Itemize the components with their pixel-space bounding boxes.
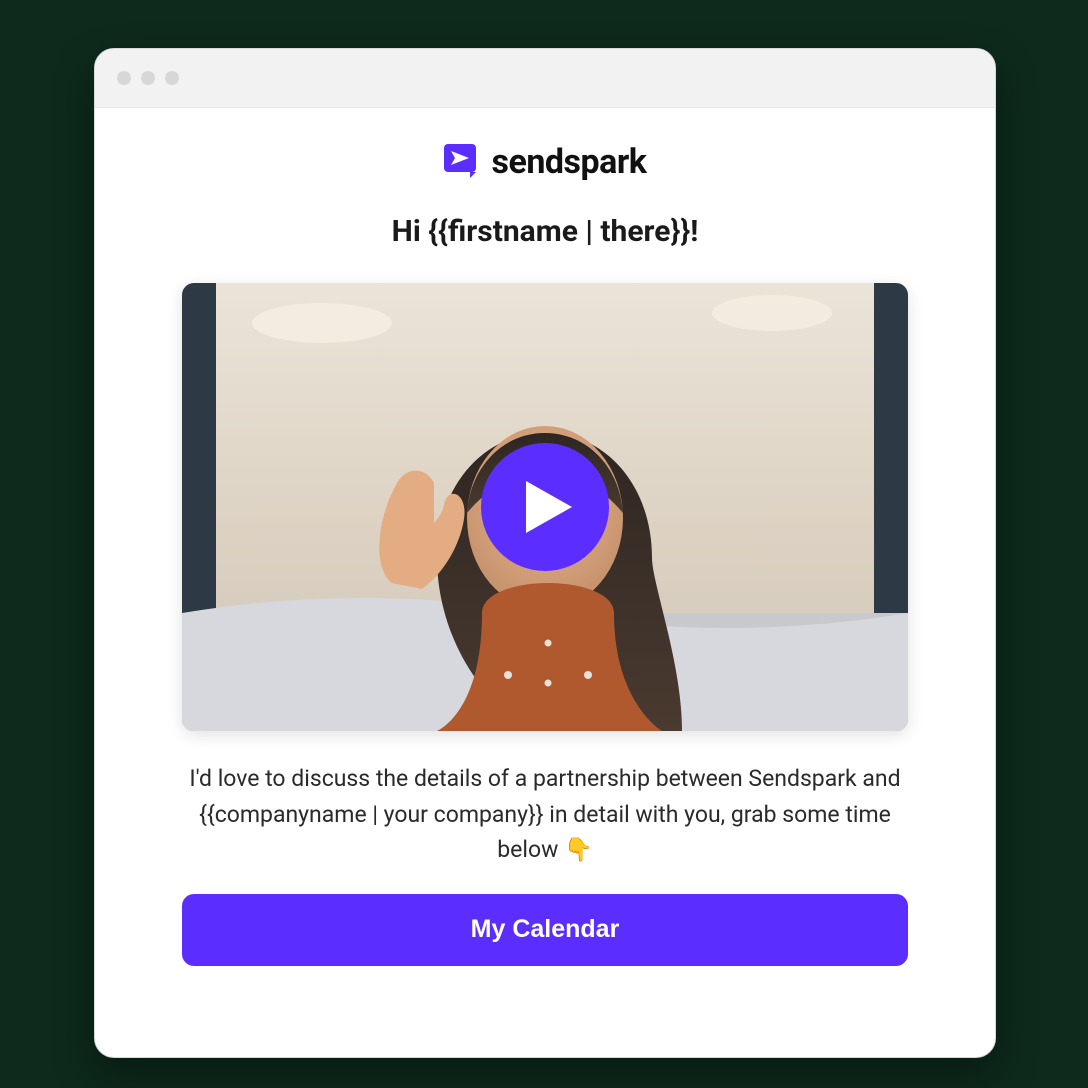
- sendspark-logo-icon: [444, 142, 480, 182]
- window-titlebar: [95, 49, 995, 108]
- brand-logo: sendspark: [444, 142, 647, 182]
- traffic-light-dot: [117, 71, 131, 85]
- brand-name: sendspark: [492, 142, 647, 182]
- play-button[interactable]: [481, 443, 609, 571]
- play-icon: [526, 481, 572, 533]
- video-thumbnail[interactable]: [182, 283, 908, 731]
- traffic-light-dot: [165, 71, 179, 85]
- email-body: sendspark Hi {{firstname | there}}!: [95, 108, 995, 966]
- traffic-light-dot: [141, 71, 155, 85]
- greeting-text: Hi {{firstname | there}}!: [392, 214, 699, 249]
- browser-window: sendspark Hi {{firstname | there}}!: [94, 48, 996, 1058]
- message-text: I'd love to discuss the details of a par…: [181, 761, 909, 868]
- my-calendar-button[interactable]: My Calendar: [182, 894, 908, 966]
